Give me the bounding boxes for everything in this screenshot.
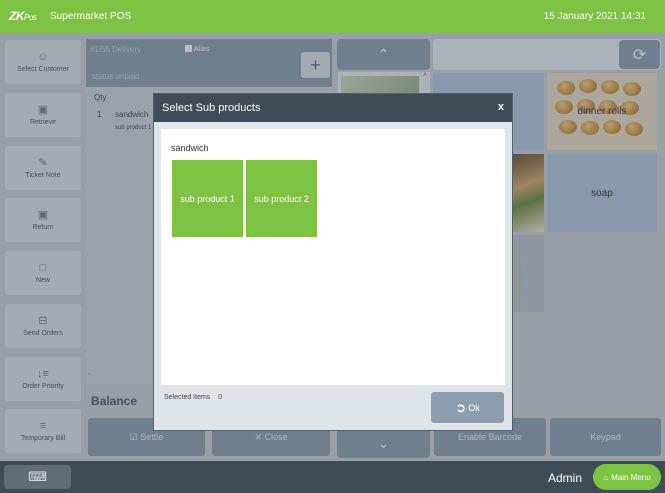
selected-items-label: Selected Items bbox=[164, 394, 211, 401]
selected-items-status: Selected Items 0 bbox=[164, 394, 222, 401]
dialog-body: sandwich sub product 1 sub product 2 bbox=[161, 129, 505, 385]
sub-product-2-button[interactable]: sub product 2 bbox=[246, 160, 317, 237]
keyboard-icon: ⌨ bbox=[28, 469, 47, 484]
current-user: Admin bbox=[548, 471, 583, 485]
ok-label: Ok bbox=[468, 402, 480, 413]
ok-button[interactable]: ➲ Ok bbox=[431, 392, 504, 423]
home-icon: ⌂ bbox=[603, 472, 609, 482]
enter-icon: ➲ bbox=[455, 399, 467, 415]
bottom-bar: ⌨ Admin ⌂ Main Menu bbox=[0, 461, 665, 493]
keyboard-button[interactable]: ⌨ bbox=[4, 465, 71, 489]
sub-product-1-button[interactable]: sub product 1 bbox=[172, 160, 243, 237]
main-menu-label: Main Menu bbox=[611, 472, 651, 482]
dialog-header: Select Sub products x bbox=[154, 94, 512, 122]
selected-items-count: 0 bbox=[218, 394, 222, 401]
dialog-title: Select Sub products bbox=[162, 102, 261, 114]
main-menu-button[interactable]: ⌂ Main Menu bbox=[593, 464, 661, 490]
date-time: 15 January 2021 14:31 bbox=[543, 11, 646, 22]
select-sub-products-dialog: Select Sub products x sandwich sub produ… bbox=[153, 93, 513, 431]
product-group-label: sandwich bbox=[171, 143, 209, 153]
app-title: Supermarket POS bbox=[50, 11, 132, 22]
top-bar: ZKPos Supermarket POS 15 January 2021 14… bbox=[0, 0, 665, 33]
app-logo: ZKPos bbox=[9, 9, 37, 23]
dialog-close-button[interactable]: x bbox=[498, 101, 504, 113]
